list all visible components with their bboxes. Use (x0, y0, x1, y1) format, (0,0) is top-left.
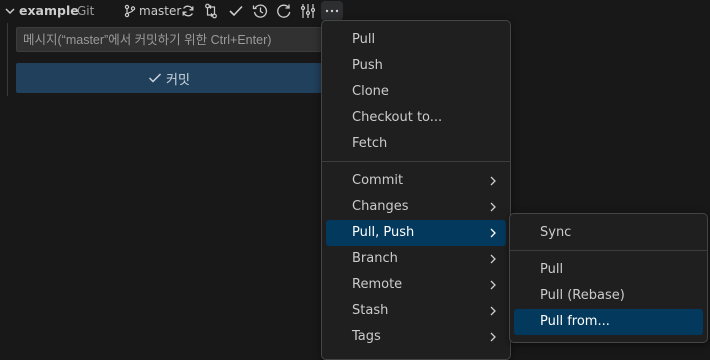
chevron-right-icon (490, 280, 496, 290)
menu-item-branch[interactable]: Branch (326, 246, 506, 272)
source-graph-icon (300, 4, 316, 18)
menu-separator (510, 250, 707, 251)
chevron-right-icon (490, 306, 496, 316)
commit-button[interactable]: 커밋 (16, 63, 322, 93)
submenu-item-label: Pull (540, 262, 564, 277)
menu-item-commit[interactable]: Commit (326, 168, 506, 194)
repository-header[interactable]: example Git master (0, 0, 356, 23)
chevron-down-icon[interactable] (3, 4, 17, 18)
menu-separator (322, 161, 510, 162)
commit-message-input[interactable] (16, 27, 322, 52)
menu-item-label: Push (352, 58, 383, 73)
sync-icon (182, 5, 194, 17)
history-icon (252, 4, 268, 18)
refresh-button[interactable] (273, 1, 295, 21)
menu-item-label: Stash (352, 303, 389, 318)
branch-name: master (139, 4, 182, 18)
menu-item-label: Clone (352, 84, 389, 99)
more-actions-menu: Pull Push Clone Checkout to... Fetch Com… (321, 20, 511, 360)
submenu-item-label: Pull from... (540, 314, 610, 329)
more-actions-button[interactable] (321, 1, 343, 21)
menu-item-label: Fetch (352, 136, 388, 151)
menu-item-label: Pull (352, 32, 376, 47)
repository-type: Git (77, 4, 95, 18)
repository-name: example (19, 3, 79, 18)
history-button[interactable] (249, 1, 271, 21)
menu-item-label: Checkout to... (352, 110, 443, 125)
menu-item-stash[interactable]: Stash (326, 298, 506, 324)
menu-item-label: Branch (352, 251, 398, 266)
menu-item-label: Changes (352, 199, 409, 214)
menu-item-tags[interactable]: Tags (326, 324, 506, 350)
chevron-right-icon (490, 254, 496, 264)
chevron-right-icon (490, 332, 496, 342)
menu-item-remote[interactable]: Remote (326, 272, 506, 298)
menu-item-fetch[interactable]: Fetch (326, 131, 506, 157)
menu-item-pull-push[interactable]: Pull, Push (326, 220, 506, 246)
menu-item-clone[interactable]: Clone (326, 79, 506, 105)
menu-item-changes[interactable]: Changes (326, 194, 506, 220)
sync-button[interactable] (177, 1, 199, 21)
check-icon (229, 5, 243, 17)
chevron-right-icon (490, 228, 496, 238)
submenu-item-sync[interactable]: Sync (514, 220, 703, 246)
submenu-item-pull[interactable]: Pull (514, 257, 703, 283)
menu-item-label: Remote (352, 277, 403, 292)
commit-button-label: 커밋 (166, 72, 190, 88)
chevron-right-icon (490, 202, 496, 212)
menu-item-checkout-to[interactable]: Checkout to... (326, 105, 506, 131)
chevron-right-icon (490, 176, 496, 186)
submenu-item-label: Sync (540, 225, 572, 240)
refresh-icon (277, 4, 291, 18)
source-control-panel: example Git master 메시지(“master”에서 커밋하기 위… (0, 0, 356, 337)
check-icon (149, 73, 162, 83)
ellipsis-icon (325, 9, 339, 13)
menu-item-pull[interactable]: Pull (326, 27, 506, 53)
pull-push-submenu: Sync Pull Pull (Rebase) Pull from... (509, 213, 708, 343)
tree-indent-guide (7, 23, 8, 96)
submenu-item-pull-from[interactable]: Pull from... (514, 309, 703, 335)
git-branch-icon (124, 4, 136, 18)
commit-check-button[interactable] (225, 1, 247, 21)
submenu-item-pull-rebase[interactable]: Pull (Rebase) (514, 283, 703, 309)
graph-button[interactable] (297, 1, 319, 21)
git-compare-icon (205, 3, 217, 19)
menu-item-label: Pull, Push (352, 225, 415, 240)
branch-picker[interactable]: master (124, 2, 181, 20)
compare-changes-button[interactable] (200, 1, 222, 21)
menu-item-push[interactable]: Push (326, 53, 506, 79)
submenu-item-label: Pull (Rebase) (540, 288, 625, 303)
menu-item-label: Commit (352, 173, 404, 188)
